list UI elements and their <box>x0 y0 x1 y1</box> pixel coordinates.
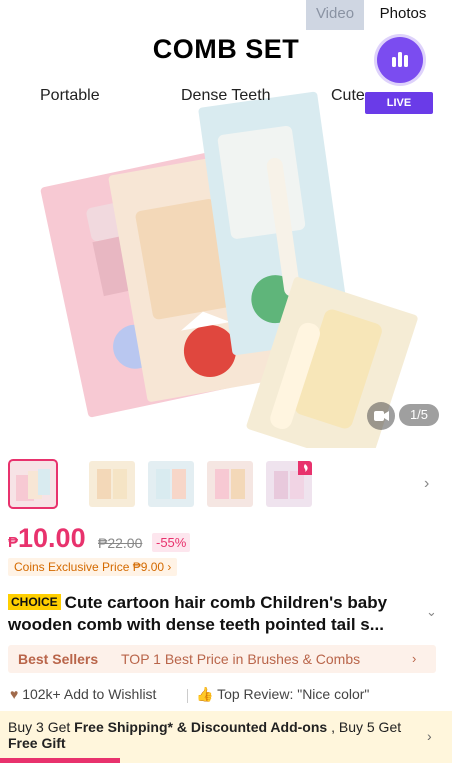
current-price: ₱10.00 <box>8 523 86 554</box>
top-review-text: Top Review: "Nice color" <box>217 686 370 702</box>
thumbnail-image <box>266 461 312 507</box>
price-amount: 10.00 <box>18 523 86 553</box>
discount-badge: -55% <box>152 533 191 552</box>
image-counter: 1/5 <box>399 404 439 426</box>
divider <box>187 689 188 703</box>
thumbnail-1[interactable] <box>8 459 58 509</box>
thumbnail-image <box>207 461 253 507</box>
chevron-down-icon[interactable]: ⌄ <box>426 604 437 620</box>
thumbnail-image <box>10 461 56 507</box>
original-price: ₱22.00 <box>98 535 143 551</box>
promo-part-2: , Buy 5 Get <box>327 719 402 735</box>
promo-text: Buy 3 Get Free Shipping* & Discounted Ad… <box>8 719 423 751</box>
video-camera-icon <box>374 411 389 421</box>
best-sellers-text: TOP 1 Best Price in Brushes & Combs <box>121 651 361 667</box>
thumbnail-3[interactable] <box>148 461 194 507</box>
live-bars-icon <box>392 52 408 67</box>
thumbnail-image <box>148 461 194 507</box>
product-title[interactable]: CHOICE Cute cartoon hair comb Children's … <box>8 592 423 636</box>
thumbs-up-icon: 👍 <box>196 686 214 702</box>
feature-dense-teeth: Dense Teeth <box>181 87 271 104</box>
top-review[interactable]: 👍 Top Review: "Nice color" <box>196 686 369 703</box>
thumbnail-image <box>89 461 135 507</box>
product-title-text: Cute cartoon hair comb Children's baby w… <box>8 593 388 634</box>
thumbnail-2[interactable] <box>89 461 135 507</box>
chevron-right-icon: › <box>412 651 417 666</box>
tab-photos[interactable]: Photos <box>372 0 434 30</box>
promo-free-gift: Free Gift <box>8 735 66 751</box>
wishlist-count[interactable]: ♥ 102k+ Add to Wishlist <box>10 686 156 702</box>
chevron-right-icon[interactable]: › <box>424 475 429 493</box>
thumbnail-4[interactable] <box>207 461 253 507</box>
coins-text: Coins Exclusive Price ₱9.00 <box>14 560 165 574</box>
heart-icon: ♥ <box>10 686 19 702</box>
thumbnail-5[interactable] <box>266 461 312 507</box>
tab-video[interactable]: Video <box>306 0 364 30</box>
coins-exclusive-price[interactable]: Coins Exclusive Price ₱9.00 › <box>8 558 178 576</box>
live-tag[interactable]: LIVE <box>365 92 433 114</box>
wishlist-text: 102k+ Add to Wishlist <box>22 686 157 702</box>
feature-cute: Cute <box>331 87 365 104</box>
chevron-right-icon: › <box>167 560 172 574</box>
choice-badge: CHOICE <box>8 594 61 610</box>
bottom-accent-strip <box>0 758 120 763</box>
promo-part-1: Buy 3 Get <box>8 719 75 735</box>
live-button[interactable] <box>377 37 423 83</box>
best-sellers-label: Best Sellers <box>18 651 99 667</box>
video-button[interactable] <box>367 402 395 430</box>
currency-symbol: ₱ <box>8 534 19 551</box>
feature-portable: Portable <box>40 87 100 104</box>
promo-free-shipping: Free Shipping* & Discounted Add-ons <box>74 719 328 735</box>
chevron-right-icon: › <box>427 728 432 744</box>
